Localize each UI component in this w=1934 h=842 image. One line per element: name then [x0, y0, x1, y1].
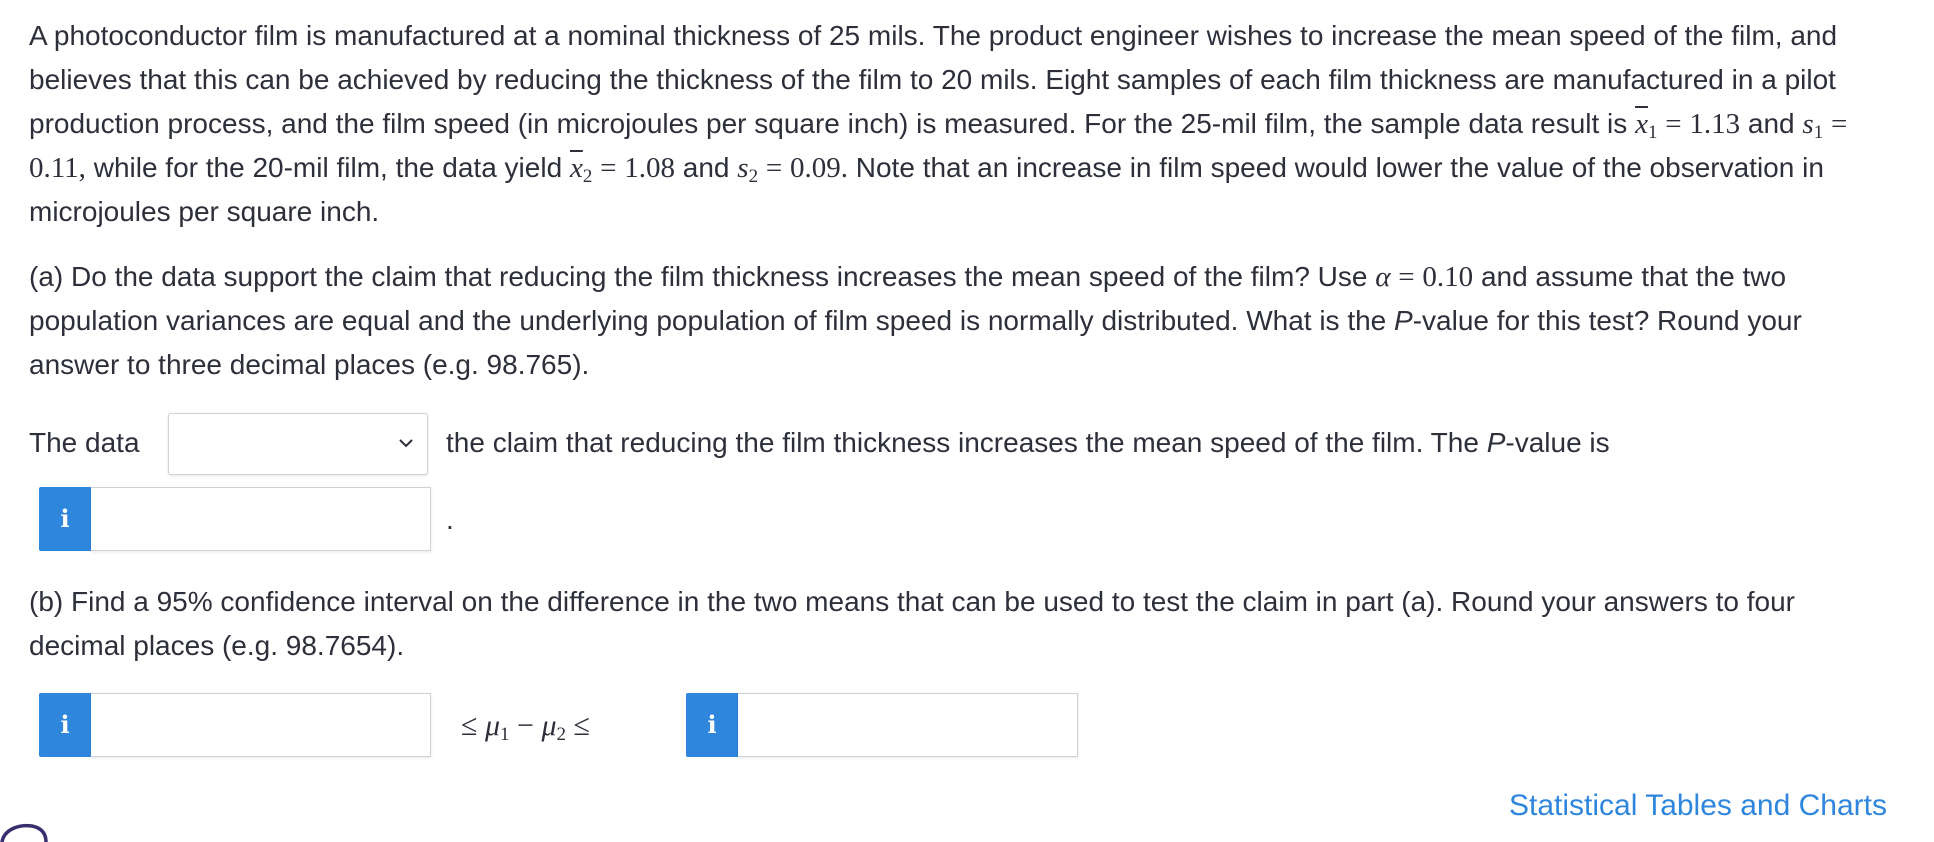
chevron-down-icon [399, 439, 413, 448]
part-b-question: (b) Find a 95% confidence interval on th… [29, 586, 1796, 661]
part-a-text: (a) Do the data support the claim that r… [29, 261, 1368, 292]
answer-a-lead: The data [29, 427, 140, 458]
s1-symbol: s1 [1802, 108, 1824, 143]
answer-a-after-p: -value is [1505, 427, 1610, 458]
x1-value: 1.13 [1689, 108, 1741, 140]
interval-expression: ≤ μ1 − μ2 ≤ [461, 704, 590, 748]
mu1-subscript: 1 [500, 724, 510, 745]
support-dropdown[interactable] [168, 413, 428, 475]
part-a-question: (a) Do the data support the claim that r… [29, 255, 1899, 387]
problem-intro-text: A photoconductor film is manufactured at… [29, 20, 1838, 139]
minus-sign: − [517, 709, 534, 742]
x1-bar-symbol: x1 [1635, 108, 1658, 143]
alpha-symbol: α [1375, 261, 1391, 293]
statistical-tables-link[interactable]: Statistical Tables and Charts [1509, 786, 1887, 826]
equals-sign: = [1398, 261, 1415, 293]
mu2-subscript: 2 [556, 724, 567, 745]
x2-bar-symbol: x2 [569, 152, 593, 187]
and-text: and [1747, 108, 1795, 139]
answer-a-sentence: the claim that reducing the film thickne… [446, 421, 1610, 465]
and-text: and [682, 152, 730, 183]
answer-a-period: . [446, 504, 454, 535]
x2-value: 1.08 [624, 152, 675, 184]
ci-upper-input[interactable] [738, 693, 1078, 757]
problem-statement: A photoconductor film is manufactured at… [29, 14, 1899, 234]
info-icon[interactable]: i [39, 487, 91, 551]
leq-sign: ≤ [573, 709, 590, 742]
s2-symbol: s2 [737, 152, 759, 187]
question-page: A photoconductor film is manufactured at… [0, 0, 1934, 842]
equals-sign: = [1665, 108, 1682, 140]
equals-sign: = [765, 152, 783, 184]
answer-a-after-select: the claim that reducing the film thickne… [446, 427, 1479, 458]
p-italic: P [1486, 427, 1506, 458]
ci-lower-input[interactable] [91, 693, 431, 757]
pen-annotation-icon [0, 823, 48, 842]
leq-sign: ≤ [461, 709, 478, 742]
while-text: while for the 20-mil film, the data yiel… [93, 152, 563, 183]
info-icon[interactable]: i [39, 693, 91, 757]
s2-value: 0.09. [789, 152, 848, 184]
p-italic: P [1394, 305, 1413, 336]
mu2-symbol: μ [541, 709, 557, 742]
s1-value: 0.11, [29, 152, 86, 184]
alpha-value: 0.10 [1422, 261, 1474, 293]
equals-sign: = [600, 152, 617, 184]
info-icon[interactable]: i [686, 693, 738, 757]
p-value-input[interactable] [91, 487, 431, 551]
equals-sign: = [1830, 108, 1848, 140]
mu1-symbol: μ [484, 709, 501, 742]
